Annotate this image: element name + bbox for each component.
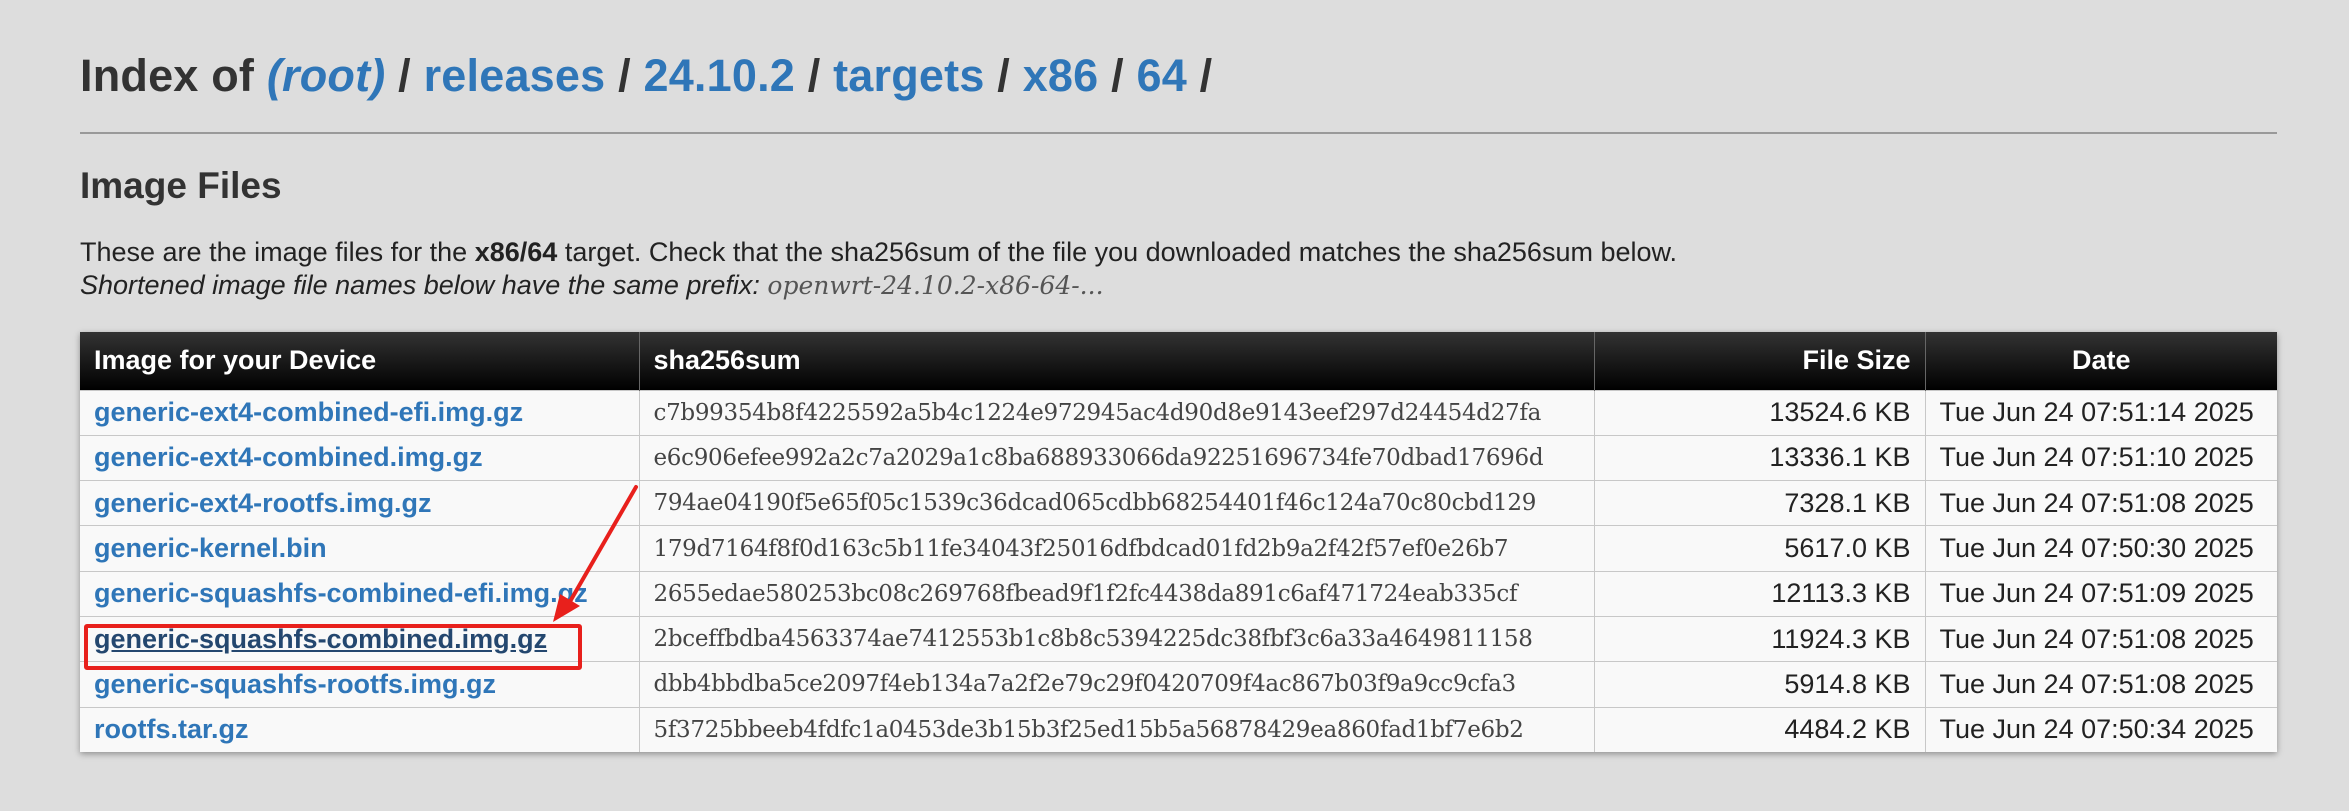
sha256-cell: c7b99354b8f4225592a5b4c1224e972945ac4d90… [639,389,1595,436]
image-files-table: Image for your Device sha256sum File Siz… [80,332,2277,753]
file-download-link[interactable]: generic-ext4-combined.img.gz [94,442,483,472]
sha256-cell: 5f3725bbeeb4fdfc1a0453de3b15b3f25ed15b5a… [639,706,1595,753]
breadcrumb-separator: / [997,50,1010,101]
file-name-cell: generic-ext4-combined.img.gz [80,434,640,481]
file-size-cell: 4484.2 KB [1594,706,1926,753]
column-header-sha: sha256sum [639,332,1595,390]
page: Index of (root) / releases / 24.10.2 / t… [0,0,2349,811]
section-title: Image Files [80,165,282,206]
description-text: These are the image files for the [80,237,475,267]
breadcrumb-64[interactable]: 64 [1136,50,1186,101]
title-prefix: Index of [80,50,255,101]
breadcrumb-releases[interactable]: releases [424,50,606,101]
breadcrumb-separator: / [398,50,411,101]
file-name-cell: generic-squashfs-rootfs.img.gz [80,661,640,708]
date-cell: Tue Jun 24 07:50:30 2025 [1925,525,2277,572]
file-download-link[interactable]: generic-ext4-combined-efi.img.gz [94,397,523,427]
table-row: generic-squashfs-combined.img.gz 2bceffbd… [80,615,2277,662]
date-cell: Tue Jun 24 07:51:14 2025 [1925,389,2277,436]
column-header-name: Image for your Device [80,332,640,390]
table-row: generic-kernel.bin 179d7164f8f0d163c5b11f… [80,525,2277,572]
sha256-cell: 794ae04190f5e65f05c1539c36dcad065cdbb682… [639,480,1595,526]
table-header-row: Image for your Device sha256sum File Siz… [80,332,2277,390]
file-name-cell: rootfs.tar.gz [80,706,640,753]
sha256-cell: e6c906efee992a2c7a2029a1c8ba688933066da9… [639,434,1595,481]
date-cell: Tue Jun 24 07:50:34 2025 [1925,706,2277,753]
sha256-cell: 2655edae580253bc08c269768fbead9f1f2fc443… [639,570,1595,617]
file-name-cell: generic-ext4-rootfs.img.gz [80,480,640,526]
section-description: These are the image files for the x86/64… [80,236,1677,302]
file-size-cell: 12113.3 KB [1594,570,1926,617]
breadcrumb-targets[interactable]: targets [833,50,984,101]
table-row: rootfs.tar.gz 5f3725bbeeb4fdfc1a0453de3b1… [80,706,2277,753]
target-name: x86/64 [474,237,558,267]
table-row: generic-ext4-combined-efi.img.gz c7b99354… [80,389,2277,436]
breadcrumb-x86[interactable]: x86 [1023,50,1099,101]
file-size-cell: 11924.3 KB [1594,615,1926,662]
header-divider [80,132,2277,134]
file-name-cell: generic-squashfs-combined.img.gz [80,615,640,662]
description-text: target. Check that the sha256sum of the … [557,237,1678,267]
breadcrumb-version[interactable]: 24.10.2 [643,50,795,101]
column-header-date: Date [1925,332,2277,390]
file-size-cell: 5914.8 KB [1594,661,1926,708]
breadcrumb-separator: / [1199,50,1213,101]
date-cell: Tue Jun 24 07:51:08 2025 [1925,615,2277,662]
breadcrumb-root[interactable]: (root) [267,50,386,101]
breadcrumb-separator: / [807,50,821,101]
date-cell: Tue Jun 24 07:51:10 2025 [1925,434,2277,481]
file-download-link[interactable]: generic-ext4-rootfs.img.gz [94,488,432,518]
sha256-cell: dbb4bbdba5ce2097f4eb134a7a2f2e79c29f0420… [639,661,1595,708]
table-row: generic-squashfs-combined-efi.img.gz 2655… [80,570,2277,617]
table-row: generic-squashfs-rootfs.img.gz dbb4bbdba5… [80,661,2277,708]
sha256-cell: 179d7164f8f0d163c5b11fe34043f25016dfbdca… [639,525,1595,572]
description-line: These are the image files for the x86/64… [80,236,1677,269]
sha256-cell: 2bceffbdba4563374ae7412553b1c8b8c5394225… [639,615,1595,662]
file-download-link[interactable]: generic-squashfs-combined-efi.img.gz [94,578,588,608]
file-size-cell: 5617.0 KB [1594,525,1926,572]
prefix-note-text: Shortened image file names below have th… [80,270,768,300]
breadcrumb-separator: / [1111,50,1124,101]
prefix-note: Shortened image file names below have th… [80,269,1677,302]
file-name-cell: generic-ext4-combined-efi.img.gz [80,389,640,436]
breadcrumb-separator: / [618,50,631,101]
file-download-link[interactable]: generic-squashfs-rootfs.img.gz [94,669,496,699]
file-download-link[interactable]: generic-kernel.bin [94,533,327,563]
column-header-size: File Size [1594,332,1926,390]
table-row: generic-ext4-rootfs.img.gz 794ae04190f5e6… [80,480,2277,526]
date-cell: Tue Jun 24 07:51:09 2025 [1925,570,2277,617]
file-name-cell: generic-kernel.bin [80,525,640,572]
page-title: Index of (root) / releases / 24.10.2 / t… [80,50,1212,102]
file-name-cell: generic-squashfs-combined-efi.img.gz [80,570,640,617]
date-cell: Tue Jun 24 07:51:08 2025 [1925,661,2277,708]
file-download-link[interactable]: rootfs.tar.gz [94,714,249,744]
file-size-cell: 13524.6 KB [1594,389,1926,436]
prefix-code: openwrt-24.10.2-x86-64-... [767,271,1104,300]
file-size-cell: 7328.1 KB [1594,480,1926,526]
table-body: generic-ext4-combined-efi.img.gz c7b99354… [80,389,2277,753]
file-size-cell: 13336.1 KB [1594,434,1926,481]
date-cell: Tue Jun 24 07:51:08 2025 [1925,480,2277,526]
table-row: generic-ext4-combined.img.gz e6c906efee99… [80,434,2277,481]
file-download-link[interactable]: generic-squashfs-combined.img.gz [94,624,547,654]
